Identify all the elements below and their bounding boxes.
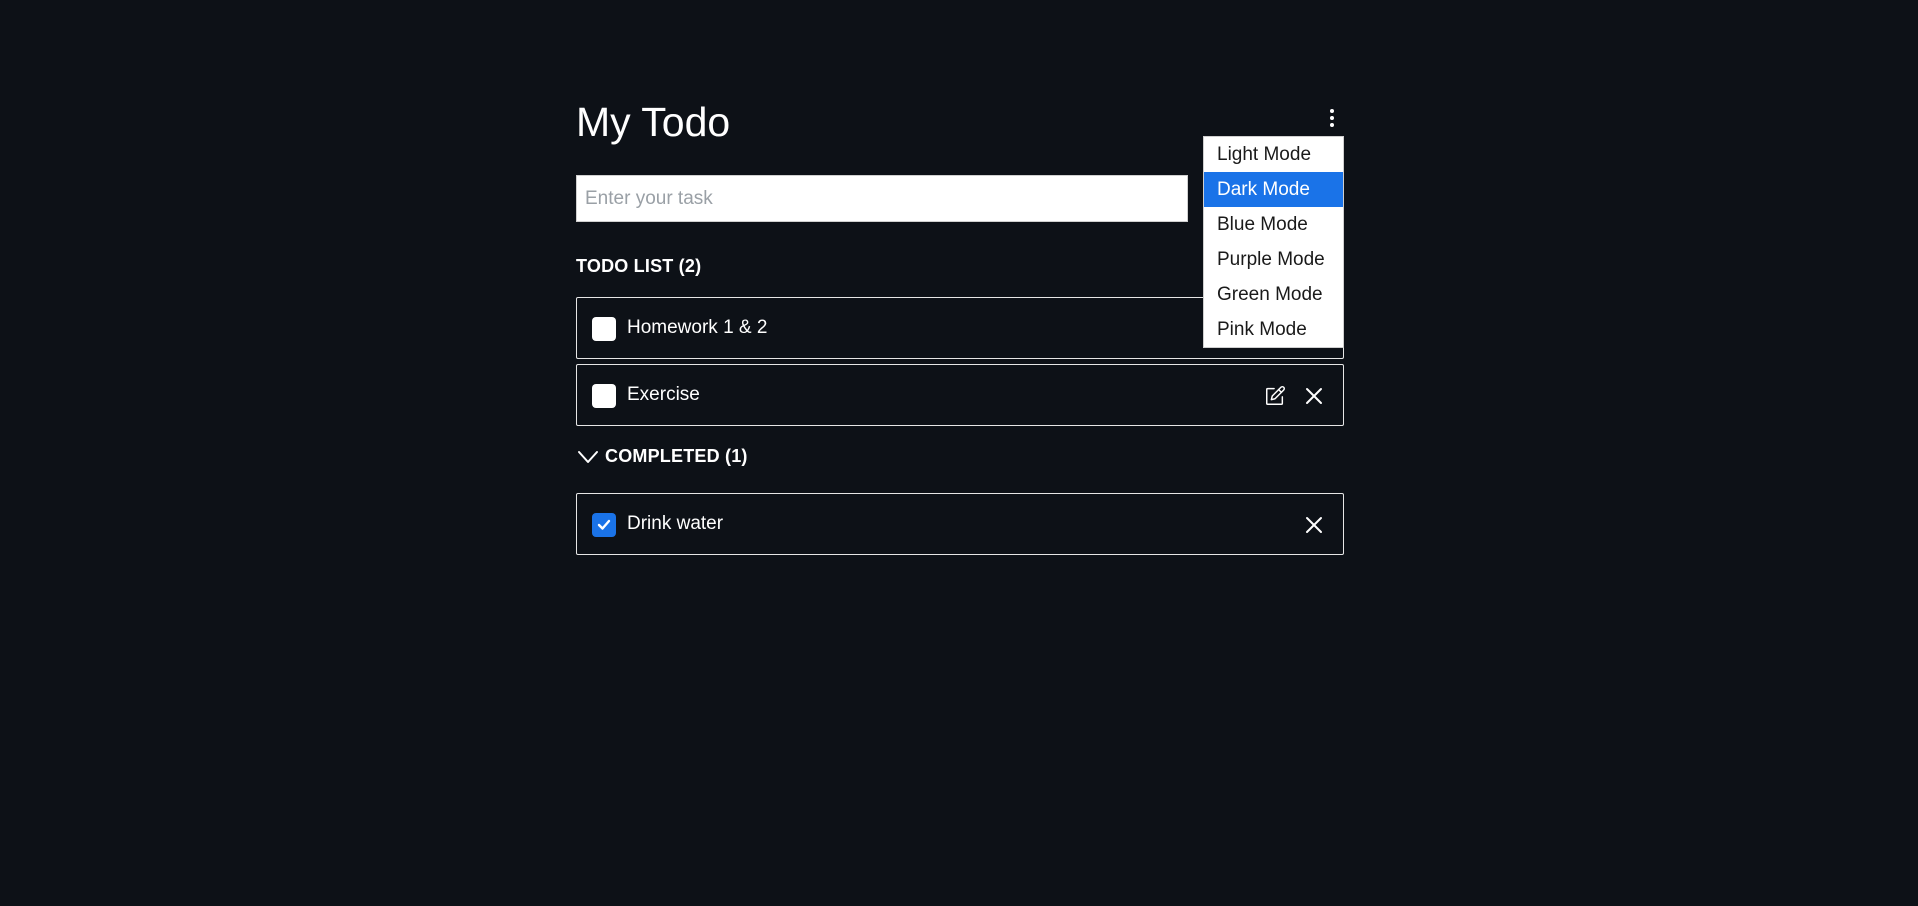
delete-button[interactable] [1301, 512, 1327, 538]
todo-item-label: Exercise [627, 384, 700, 405]
todo-item-label: Homework 1 & 2 [627, 317, 768, 338]
page-title: My Todo [576, 99, 731, 145]
completed-item-label: Drink water [627, 513, 724, 534]
menu-item-dark-mode[interactable]: Dark Mode [1204, 172, 1343, 207]
task-input[interactable] [576, 175, 1188, 222]
more-options-button[interactable] [1320, 106, 1344, 130]
menu-item-green-mode[interactable]: Green Mode [1204, 277, 1343, 312]
theme-dropdown-menu: Light Mode Dark Mode Blue Mode Purple Mo… [1203, 136, 1344, 348]
completed-item: Drink water [576, 493, 1344, 555]
todo-list-heading: TODO LIST (2) [576, 256, 702, 276]
completed-checkbox[interactable] [592, 513, 616, 537]
menu-item-pink-mode[interactable]: Pink Mode [1204, 312, 1343, 347]
todo-item: Exercise [576, 364, 1344, 426]
todo-checkbox[interactable] [592, 384, 616, 408]
chevron-down-icon [576, 447, 600, 467]
close-icon [1306, 388, 1322, 404]
close-icon [1306, 517, 1322, 533]
todo-checkbox[interactable] [592, 317, 616, 341]
completed-heading: COMPLETED (1) [605, 446, 748, 466]
edit-button[interactable] [1262, 383, 1288, 409]
checkmark-icon [597, 519, 611, 530]
delete-button[interactable] [1301, 383, 1327, 409]
menu-item-light-mode[interactable]: Light Mode [1204, 137, 1343, 172]
edit-icon [1266, 386, 1285, 405]
more-vertical-icon [1330, 109, 1334, 127]
completed-toggle[interactable]: COMPLETED (1) [576, 446, 748, 467]
menu-item-blue-mode[interactable]: Blue Mode [1204, 207, 1343, 242]
menu-item-purple-mode[interactable]: Purple Mode [1204, 242, 1343, 277]
todo-app: My Todo Light Mode Dark Mode Blue Mode P… [576, 96, 1344, 555]
